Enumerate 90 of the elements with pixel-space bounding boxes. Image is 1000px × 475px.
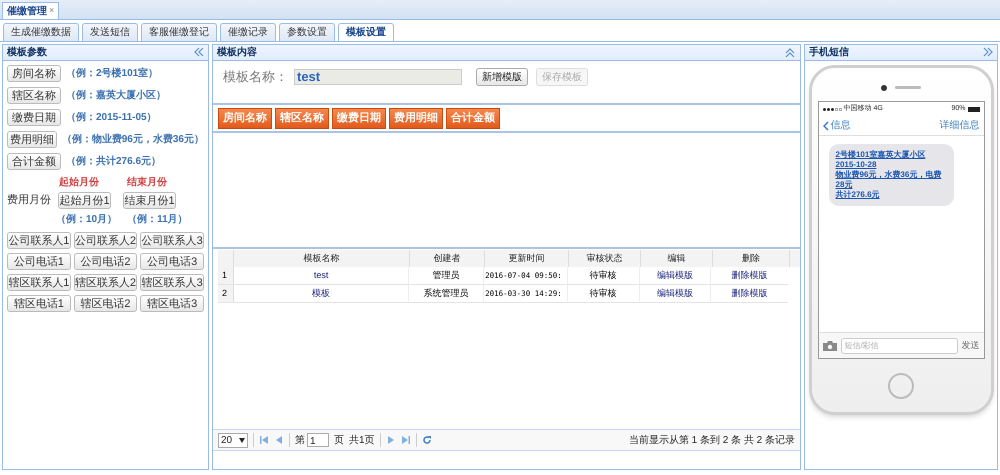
panel-title: 模板内容 bbox=[217, 45, 257, 60]
add-template-button[interactable]: 新增模版 bbox=[476, 68, 528, 86]
row-number: 2 bbox=[218, 285, 234, 302]
template-name-field[interactable]: test bbox=[294, 69, 462, 85]
collapse-icon[interactable] bbox=[193, 47, 204, 58]
next-page-icon[interactable] bbox=[386, 435, 396, 445]
table-cell: 管理员 bbox=[409, 267, 484, 284]
page-label: 页 bbox=[334, 434, 344, 448]
first-page-icon[interactable] bbox=[259, 435, 269, 445]
column-header[interactable]: 模板名称 bbox=[234, 250, 410, 267]
tab[interactable]: 发送短信 bbox=[82, 23, 138, 41]
parameter-button[interactable]: 公司电话1 bbox=[7, 253, 71, 270]
table-cell: 待审核 bbox=[568, 285, 640, 302]
example-text: （例：2015-11-05） bbox=[66, 110, 157, 125]
table-cell[interactable]: 模板 bbox=[234, 285, 410, 302]
edit-link[interactable]: 编辑模版 bbox=[656, 286, 693, 300]
parameter-button[interactable]: 公司联系人2 bbox=[74, 232, 138, 249]
signal-icon bbox=[822, 108, 842, 110]
page-label: 第 bbox=[295, 434, 305, 448]
tab[interactable]: 催缴记录 bbox=[220, 23, 276, 41]
message-line[interactable]: 物业费96元，水费36元，电费28元 bbox=[836, 170, 946, 190]
camera-icon bbox=[881, 84, 887, 90]
battery-icon bbox=[968, 106, 980, 112]
parameter-button[interactable]: 公司电话3 bbox=[140, 253, 204, 270]
expand-icon[interactable] bbox=[785, 47, 796, 58]
parameter-button[interactable]: 起始月份1 bbox=[58, 192, 111, 209]
page-number-field[interactable]: 1 bbox=[307, 433, 329, 447]
back-icon bbox=[822, 120, 828, 130]
parameter-button[interactable]: 辖区名称 bbox=[7, 87, 61, 104]
parameter-button[interactable]: 费用明细 bbox=[7, 131, 57, 148]
example-text: （例：11月） bbox=[127, 212, 188, 227]
example-text: （例：10月） bbox=[56, 212, 118, 227]
parameter-button[interactable]: 辖区联系人1 bbox=[7, 274, 71, 291]
camera-icon[interactable] bbox=[822, 340, 836, 350]
parameter-button[interactable]: 辖区电话1 bbox=[7, 295, 71, 312]
parameter-button[interactable]: 辖区电话3 bbox=[140, 295, 204, 312]
parameter-button[interactable]: 结束月份1 bbox=[123, 192, 176, 209]
parameter-button[interactable]: 合计金额 bbox=[7, 153, 61, 170]
last-page-icon[interactable] bbox=[400, 435, 411, 445]
column-header[interactable]: 创建者 bbox=[410, 250, 485, 267]
panel-title: 模板参数 bbox=[7, 46, 47, 60]
back-link[interactable]: 信息 bbox=[822, 118, 850, 133]
column-header[interactable]: 删除 bbox=[713, 250, 790, 267]
previous-page-icon[interactable] bbox=[274, 435, 284, 445]
column-heading: 起始月份 bbox=[59, 176, 99, 190]
example-text: （例：嘉英大厦小区） bbox=[66, 88, 166, 103]
delete-link[interactable]: 删除模版 bbox=[732, 286, 768, 300]
expand-icon[interactable] bbox=[982, 47, 993, 58]
row-number: 1 bbox=[218, 267, 234, 284]
send-button[interactable]: 发送 bbox=[962, 338, 980, 352]
speaker-icon bbox=[895, 86, 921, 89]
example-text: （例：2号楼101室） bbox=[66, 66, 158, 81]
refresh-icon[interactable] bbox=[422, 435, 432, 445]
record-summary: 当前显示从第 1 条到 2 条 共 2 条记录 bbox=[628, 434, 795, 448]
parameter-button[interactable]: 辖区联系人2 bbox=[74, 274, 138, 291]
parameter-button[interactable]: 公司联系人3 bbox=[140, 232, 204, 249]
parameter-button[interactable]: 公司联系人1 bbox=[7, 232, 71, 249]
parameter-button[interactable]: 辖区电话2 bbox=[74, 295, 138, 312]
table-cell: 系统管理员 bbox=[409, 285, 484, 302]
total-pages: 共1页 bbox=[349, 434, 375, 448]
message-line[interactable]: 2号楼101室嘉英大厦小区 bbox=[836, 150, 946, 160]
tab[interactable]: 模板设置 bbox=[338, 23, 394, 41]
tab[interactable]: 客服催缴登记 bbox=[141, 23, 217, 41]
month-label: 费用月份 bbox=[7, 193, 52, 208]
field-label: 模板名称： bbox=[223, 68, 288, 86]
page-size-select[interactable]: 20 bbox=[218, 432, 248, 448]
parameter-button[interactable]: 房间名称 bbox=[7, 65, 61, 82]
home-button[interactable] bbox=[888, 372, 914, 398]
message-line[interactable]: 共计276.6元 bbox=[836, 190, 946, 200]
tab[interactable]: 生成催缴数据 bbox=[3, 23, 79, 41]
example-text: （例：共计276.6元） bbox=[66, 154, 162, 169]
example-text: （例：物业费96元，水费36元） bbox=[62, 132, 204, 147]
parameter-button[interactable]: 辖区联系人3 bbox=[140, 274, 204, 291]
column-header[interactable]: 更新时间 bbox=[485, 250, 569, 267]
parameter-button[interactable]: 公司电话2 bbox=[74, 253, 138, 270]
table-cell[interactable]: test bbox=[234, 267, 410, 284]
table-cell: 待审核 bbox=[568, 267, 640, 284]
tab[interactable]: 参数设置 bbox=[279, 23, 335, 41]
app-tab[interactable]: 催缴管理 × bbox=[2, 2, 60, 19]
column-header[interactable]: 审核状态 bbox=[569, 250, 641, 267]
column-header[interactable]: 编辑 bbox=[641, 250, 713, 267]
close-icon[interactable]: × bbox=[49, 4, 54, 18]
details-link[interactable]: 详细信息 bbox=[940, 118, 980, 133]
parameter-button[interactable]: 缴费日期 bbox=[7, 109, 61, 126]
edit-link[interactable]: 编辑模版 bbox=[656, 268, 693, 282]
panel-title: 手机短信 bbox=[809, 46, 849, 60]
caret-icon bbox=[239, 438, 245, 442]
column-heading: 结束月份 bbox=[127, 176, 167, 190]
delete-link[interactable]: 删除模版 bbox=[732, 268, 768, 282]
message-line[interactable]: 2015-10-28 bbox=[836, 160, 946, 170]
